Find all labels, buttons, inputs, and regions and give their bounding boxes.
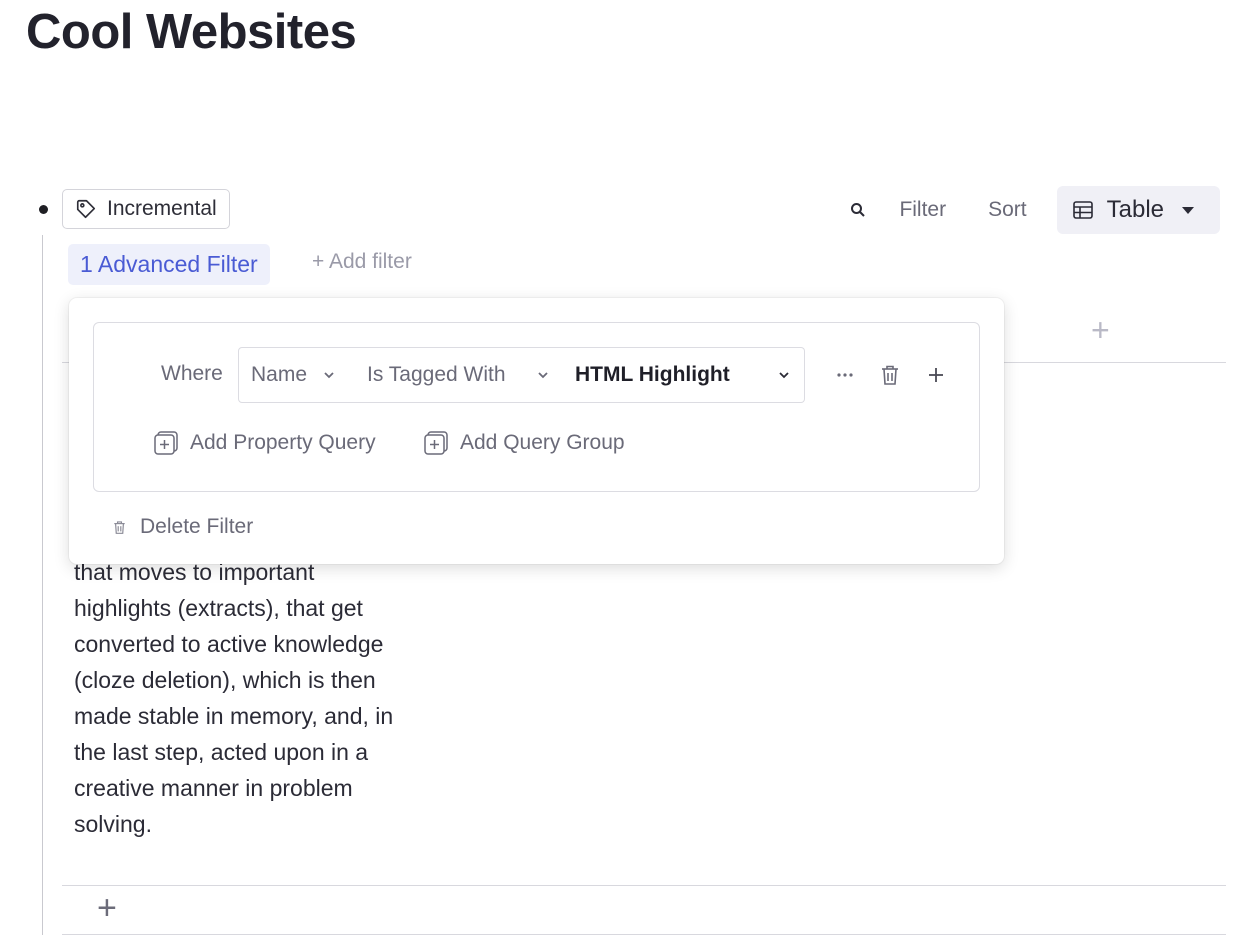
add-property-query-button[interactable]: Add Property Query (153, 430, 376, 456)
table-row-divider (62, 885, 1226, 886)
more-icon (837, 373, 853, 377)
query-group: Where Name Is Tagged With HTML Highlight (93, 322, 980, 492)
tag-icon (76, 199, 96, 219)
sort-button[interactable]: Sort (988, 198, 1027, 222)
add-query-group-button[interactable]: Add Query Group (423, 430, 625, 456)
more-options-button[interactable] (833, 363, 857, 387)
table-cell-text[interactable]: that moves to important highlights (extr… (74, 554, 404, 842)
property-value: Name (251, 363, 308, 386)
table-icon (1072, 201, 1093, 219)
search-icon (851, 203, 866, 217)
chevron-down-icon (779, 372, 789, 379)
tag-chip[interactable]: Incremental (62, 189, 230, 229)
add-filter-button[interactable]: + Add filter (312, 250, 412, 274)
delete-filter-button[interactable]: Delete Filter (113, 515, 253, 539)
add-condition-button[interactable] (924, 363, 948, 387)
page-title: Cool Websites (26, 5, 357, 59)
trash-icon (882, 365, 898, 385)
add-column-button[interactable]: + (1091, 314, 1110, 346)
chevron-down-icon (538, 372, 548, 379)
delete-filter-label: Delete Filter (140, 515, 254, 538)
caret-down-icon (1182, 206, 1194, 214)
add-property-query-label: Add Property Query (190, 431, 376, 454)
filter-button[interactable]: Filter (899, 198, 946, 222)
add-query-group-label: Add Query Group (460, 431, 625, 454)
filter-value: HTML Highlight (575, 363, 730, 386)
view-label: Table (1106, 196, 1164, 223)
trash-icon (114, 520, 125, 534)
add-box-icon (154, 431, 178, 455)
where-label: Where (161, 362, 223, 385)
property-select[interactable]: Name (238, 347, 350, 403)
add-row-button[interactable]: + (97, 891, 117, 925)
advanced-filter-popover: Where Name Is Tagged With HTML Highlight (69, 298, 1004, 564)
table-bottom-divider (62, 934, 1226, 935)
view-selector[interactable]: Table (1056, 186, 1220, 234)
search-button[interactable] (847, 199, 869, 221)
operator-value: Is Tagged With (367, 363, 506, 386)
add-box-icon (424, 431, 448, 455)
chevron-down-icon (324, 372, 334, 379)
block-indent-line (42, 235, 43, 935)
operator-select[interactable]: Is Tagged With (349, 347, 564, 403)
tag-label: Incremental (107, 197, 217, 220)
advanced-filter-button[interactable]: 1 Advanced Filter (68, 244, 270, 285)
block-bullet[interactable] (39, 205, 48, 214)
delete-query-button[interactable] (878, 363, 902, 387)
table-toolbar: Filter Sort Table (847, 186, 1220, 234)
plus-icon (929, 368, 943, 382)
value-select[interactable]: HTML Highlight (563, 347, 805, 403)
